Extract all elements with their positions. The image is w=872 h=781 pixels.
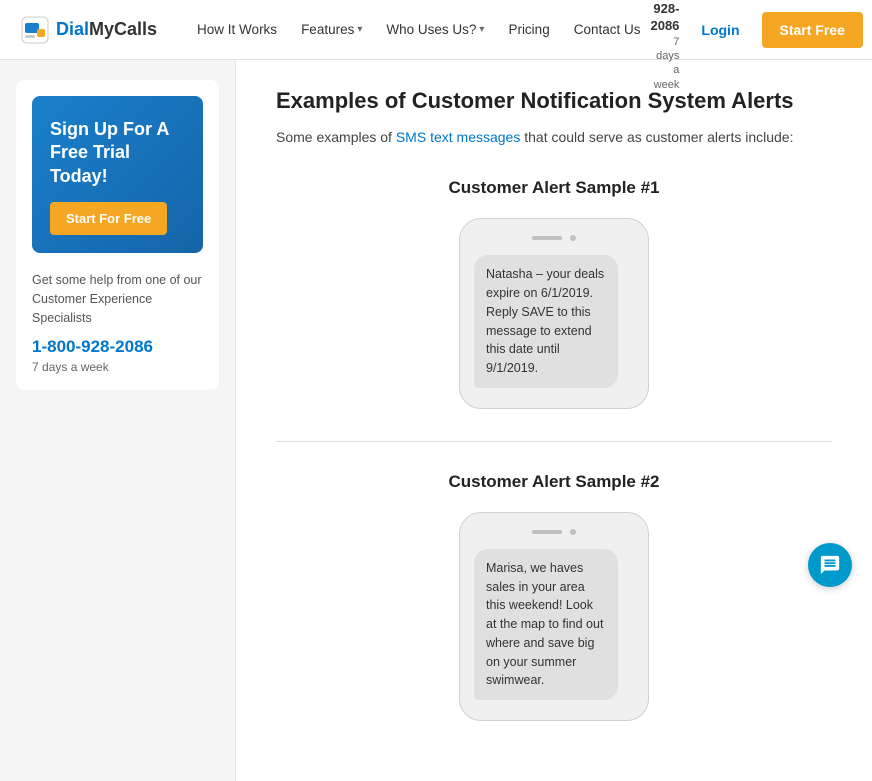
nav-features[interactable]: Features ▾ bbox=[291, 14, 372, 45]
section-divider bbox=[276, 441, 832, 442]
sms-bubble-2: Marisa, we haves sales in your area this… bbox=[474, 549, 618, 700]
logo-text: DialMyCalls bbox=[56, 19, 157, 40]
phone-speaker-icon bbox=[532, 236, 562, 240]
main-content: Examples of Customer Notification System… bbox=[235, 60, 872, 781]
main-nav: How It Works Features ▾ Who Uses Us? ▾ P… bbox=[187, 14, 650, 45]
sidebar-phone: 1-800-928-2086 bbox=[32, 337, 203, 357]
sidebar-cta-card: Sign Up For A Free Trial Today! Start Fo… bbox=[32, 96, 203, 253]
sidebar-start-free-button[interactable]: Start For Free bbox=[50, 202, 167, 235]
chevron-down-icon: ▾ bbox=[357, 24, 362, 35]
nav-contact-us[interactable]: Contact Us bbox=[564, 14, 651, 45]
sidebar-box: Sign Up For A Free Trial Today! Start Fo… bbox=[16, 80, 219, 390]
sample-2-heading: Customer Alert Sample #2 bbox=[276, 472, 832, 492]
page-title: Examples of Customer Notification System… bbox=[276, 88, 832, 114]
sidebar-card-title: Sign Up For A Free Trial Today! bbox=[50, 118, 185, 188]
nav-pricing[interactable]: Pricing bbox=[498, 14, 559, 45]
start-free-button[interactable]: Start Free bbox=[762, 12, 863, 48]
logo[interactable]: DialMyCalls bbox=[20, 15, 157, 45]
sample-1-heading: Customer Alert Sample #1 bbox=[276, 178, 832, 198]
intro-paragraph: Some examples of SMS text messages that … bbox=[276, 126, 832, 148]
header-phone-info: 1-800-928-2086 7 days a week bbox=[650, 0, 679, 92]
phone-top-bar-1 bbox=[474, 235, 634, 241]
sample-section-2: Customer Alert Sample #2 Marisa, we have… bbox=[276, 472, 832, 721]
login-button[interactable]: Login bbox=[693, 18, 747, 42]
header-right: 1-800-928-2086 7 days a week Login Start… bbox=[650, 0, 862, 92]
logo-icon bbox=[20, 15, 50, 45]
header-days: 7 days a week bbox=[650, 35, 679, 92]
sms-bubble-1: Natasha – your deals expire on 6/1/2019.… bbox=[474, 255, 618, 388]
phone-camera-icon bbox=[570, 235, 576, 241]
chat-icon bbox=[819, 554, 841, 576]
header-phone-number: 1-800-928-2086 bbox=[650, 0, 679, 35]
sidebar: Sign Up For A Free Trial Today! Start Fo… bbox=[0, 60, 235, 781]
phone-mockup-1: Natasha – your deals expire on 6/1/2019.… bbox=[459, 218, 649, 409]
phone-mockup-wrapper-1: Natasha – your deals expire on 6/1/2019.… bbox=[276, 218, 832, 409]
phone-top-bar-2 bbox=[474, 529, 634, 535]
phone-mockup-wrapper-2: Marisa, we haves sales in your area this… bbox=[276, 512, 832, 721]
sidebar-help-text: Get some help from one of our Customer E… bbox=[32, 271, 203, 327]
site-header: DialMyCalls How It Works Features ▾ Who … bbox=[0, 0, 872, 60]
phone-camera-icon-2 bbox=[570, 529, 576, 535]
chat-button[interactable] bbox=[808, 543, 852, 587]
nav-how-it-works[interactable]: How It Works bbox=[187, 14, 287, 45]
nav-who-uses-us[interactable]: Who Uses Us? ▾ bbox=[376, 14, 494, 45]
chevron-down-icon: ▾ bbox=[479, 24, 484, 35]
sms-link[interactable]: SMS text messages bbox=[396, 129, 521, 145]
sidebar-days: 7 days a week bbox=[32, 360, 203, 374]
page-body: Sign Up For A Free Trial Today! Start Fo… bbox=[0, 60, 872, 781]
phone-mockup-2: Marisa, we haves sales in your area this… bbox=[459, 512, 649, 721]
sample-section-1: Customer Alert Sample #1 Natasha – your … bbox=[276, 178, 832, 409]
phone-speaker-icon-2 bbox=[532, 530, 562, 534]
